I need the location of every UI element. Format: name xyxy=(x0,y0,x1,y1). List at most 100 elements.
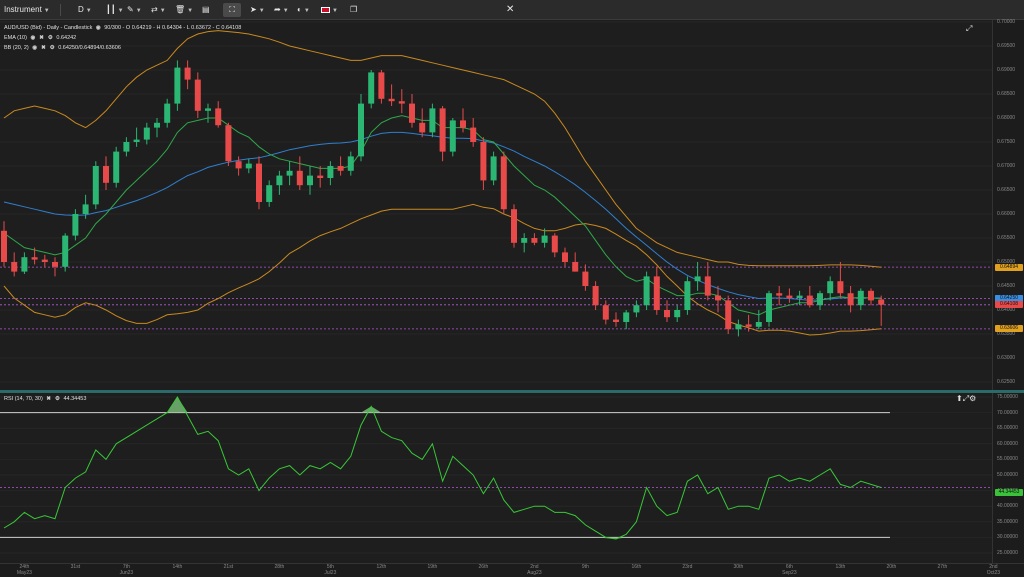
draw-tool-button[interactable]: ✎ ▼ xyxy=(127,3,142,17)
time-tick-label: 5th Jul23 xyxy=(318,564,342,576)
time-tick-label: 2nd Oct23 xyxy=(981,564,1005,576)
time-tick-label: 2nd Aug23 xyxy=(522,564,546,576)
chevron-down-icon: ▼ xyxy=(282,8,289,14)
time-tick-label: 19th xyxy=(420,564,444,571)
maximize-pane-button[interactable]: ⤢ xyxy=(966,24,972,34)
candle-body xyxy=(531,238,538,243)
theme-icon: ◐ xyxy=(297,5,302,14)
pencil-icon: ✎ xyxy=(127,5,134,14)
candle-body xyxy=(72,214,79,236)
rsi-tick-label: 50.00000 xyxy=(997,472,1018,478)
rsi-pane-controls[interactable]: ⬆⤢⚙ xyxy=(956,394,976,404)
rsi-tick-label: 60.00000 xyxy=(997,440,1018,447)
share-button[interactable]: ➦ ▼ xyxy=(274,3,289,17)
time-tick-day: 21st xyxy=(223,564,234,570)
rsi-line xyxy=(3,396,882,540)
candle-body xyxy=(235,161,242,169)
crosshair-button[interactable]: ⛶ xyxy=(223,3,241,17)
candle-body xyxy=(133,139,140,142)
candle-body xyxy=(276,175,283,186)
instrument-label: Instrument xyxy=(4,5,42,14)
candle-body xyxy=(449,120,456,152)
candle-body xyxy=(684,281,691,310)
time-tick-label: 20th xyxy=(879,564,903,571)
price-level-badge: 0.63606 xyxy=(995,325,1023,333)
candle-body xyxy=(266,185,273,202)
remove-icon[interactable]: ✖ xyxy=(41,45,46,51)
candle-body xyxy=(398,101,405,104)
ema-title: EMA (10) xyxy=(4,35,27,41)
rsi-axis[interactable]: 75.00000 70.00000 65.00000 60.00000 55.00000… xyxy=(992,393,1024,563)
price-axis[interactable]: 0.70000 0.69500 0.69000 0.68500 0.68000 0.675… xyxy=(992,19,1024,390)
candle-body xyxy=(470,127,477,142)
time-axis[interactable]: 24th May23 31st 7th Jun23 14th 21st 28th 5th Jul2… xyxy=(0,563,1024,577)
chevron-down-icon: ▼ xyxy=(187,8,194,14)
candle-body xyxy=(41,259,48,262)
candle-body xyxy=(11,262,18,272)
eye-icon[interactable]: ◉ xyxy=(32,45,37,51)
candle-body xyxy=(347,156,354,171)
cursor-button[interactable]: ➤ ▼ xyxy=(250,3,265,17)
candle-body xyxy=(62,235,69,267)
candle-body xyxy=(480,142,487,181)
price-tick-label: 0.65500 xyxy=(997,235,1016,241)
candle-body xyxy=(388,98,395,102)
candle-body xyxy=(592,286,599,306)
price-tick-label: 0.69000 xyxy=(997,67,1016,73)
settings-icon[interactable]: ⚙ xyxy=(55,396,60,402)
timeframe-label: D xyxy=(78,5,84,14)
rsi-value-badge: 44.34453 xyxy=(995,489,1023,497)
price-tick-label: 0.62500 xyxy=(997,379,1016,385)
remove-icon[interactable]: ✖ xyxy=(46,396,51,402)
settings-icon: ⚙ xyxy=(969,394,977,403)
time-tick-day: 16th xyxy=(631,564,642,570)
candle-body xyxy=(215,108,222,126)
price-level-badge: 0.64108 xyxy=(995,301,1023,309)
crosshair-icon: ⛶ xyxy=(229,5,235,14)
candle-body xyxy=(511,209,517,243)
time-tick-day: 9th xyxy=(581,564,589,570)
candle-body xyxy=(378,72,385,99)
settings-icon[interactable]: ⚙ xyxy=(48,35,53,41)
time-tick-label: 16th xyxy=(624,564,648,571)
rsi-tick-label: 75.00000 xyxy=(997,394,1018,400)
candle-body xyxy=(82,204,89,214)
popout-button[interactable]: ❐ xyxy=(350,3,357,17)
price-pane[interactable]: AUD/USD (Bid) - Daily - Candlestick ◉ 90… xyxy=(0,20,992,390)
indicators-icon: ⇄ xyxy=(151,5,158,14)
chevron-down-icon: ▼ xyxy=(332,8,338,14)
candle-body xyxy=(817,293,823,306)
close-button[interactable]: ✕ xyxy=(506,3,514,17)
layout-button[interactable]: ▤ xyxy=(202,3,210,17)
eye-icon[interactable]: ◉ xyxy=(30,35,35,41)
language-button[interactable]: ▼ xyxy=(321,3,338,17)
candle-body xyxy=(174,67,181,104)
delete-button[interactable]: 🗑 ▼ xyxy=(175,3,193,17)
close-icon: ✕ xyxy=(506,4,515,15)
candle-body xyxy=(541,235,548,243)
candle-body xyxy=(827,281,834,294)
time-tick-month: Aug23 xyxy=(527,569,542,576)
indicators-button[interactable]: ⇄ ▼ xyxy=(151,3,166,17)
candle-body xyxy=(582,271,589,286)
candle-body xyxy=(1,230,7,262)
time-tick-day: 14th xyxy=(172,564,183,570)
trash-icon: 🗑 xyxy=(175,5,186,14)
candle-body xyxy=(327,166,334,178)
time-tick-label: 30th xyxy=(726,564,750,571)
candle-body xyxy=(317,175,324,178)
time-tick-label: 27th xyxy=(930,564,954,571)
candle-body xyxy=(245,163,252,169)
candle-body xyxy=(113,151,120,183)
rsi-pane[interactable]: RSI (14, 70, 30) ✖ ⚙ 44.34453 ⬆⤢⚙ xyxy=(0,393,992,563)
timeframe-dropdown[interactable]: D ▼ xyxy=(78,3,92,17)
theme-button[interactable]: ◐ ▼ xyxy=(297,3,310,17)
instrument-dropdown[interactable]: Instrument ▼ xyxy=(4,3,50,17)
rsi-tick-label: 65.00000 xyxy=(997,425,1018,432)
chevron-down-icon: ▼ xyxy=(258,8,265,14)
chart-type-button[interactable]: ┃┃ ▼ xyxy=(106,3,124,17)
time-tick-month: Jun23 xyxy=(119,569,134,576)
settings-icon[interactable]: ⚙ xyxy=(50,45,55,51)
remove-icon[interactable]: ✖ xyxy=(39,35,44,41)
eye-icon[interactable]: ◉ xyxy=(96,25,101,31)
